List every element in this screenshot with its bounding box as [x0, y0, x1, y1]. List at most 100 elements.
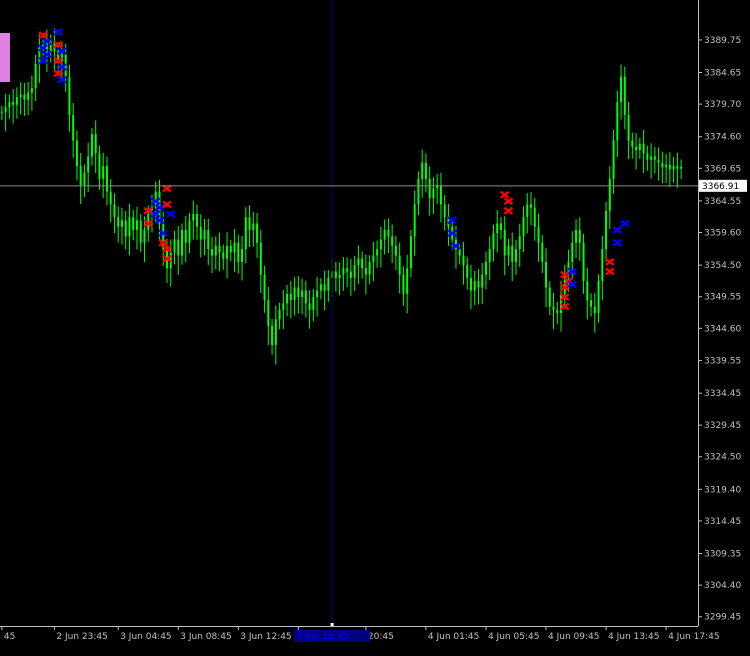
candle-body — [68, 76, 71, 115]
candle-body — [229, 245, 232, 253]
candle-body — [657, 159, 660, 163]
candle-body — [627, 114, 630, 141]
candle-body — [398, 255, 401, 275]
candle-body — [514, 249, 517, 262]
candle-body — [402, 274, 405, 294]
candle-body — [90, 134, 93, 157]
time-highlight-label: 3 Jun 16:45 — [297, 632, 348, 642]
y-tick-label: 3339.55 — [704, 357, 741, 367]
candle-body — [278, 309, 281, 320]
candle-body — [196, 213, 199, 227]
y-tick-label: 3354.50 — [704, 261, 741, 271]
candle-body — [222, 252, 225, 259]
candle-body — [211, 249, 214, 256]
candle-body — [368, 261, 371, 275]
candle-body — [357, 258, 360, 266]
y-tick-label: 3299.45 — [704, 613, 741, 623]
y-tick-label: 3329.45 — [704, 421, 741, 431]
candle-body — [4, 107, 7, 112]
x-tick-label: 3 Jun 04:45 — [120, 632, 171, 642]
candle-body — [252, 223, 255, 230]
x-tick-label: 4 Jun 01:45 — [428, 632, 479, 642]
candle-body — [263, 274, 266, 301]
candle-body — [601, 249, 604, 282]
y-tick-label: 3304.40 — [704, 581, 741, 591]
candle-body — [484, 261, 487, 275]
trade-marker-red — [162, 200, 172, 209]
candle-body — [349, 271, 352, 278]
candle-body — [552, 306, 555, 310]
candle-body — [530, 204, 533, 208]
candle-body — [117, 217, 120, 227]
candle-body — [338, 274, 341, 278]
x-tick-label: 20:45 — [368, 632, 394, 642]
candle-body — [244, 217, 247, 250]
candle-body — [181, 229, 184, 256]
candle-body — [214, 245, 217, 256]
candle-body — [556, 309, 559, 313]
candle-body — [661, 162, 664, 168]
candle-body — [432, 188, 435, 199]
candle-body — [267, 300, 270, 326]
candle-body — [256, 223, 259, 243]
y-tick-label: 3349.55 — [704, 293, 741, 303]
candle-body — [75, 140, 78, 167]
y-tick-label: 3314.45 — [704, 517, 741, 527]
candle-body — [188, 220, 191, 243]
candle-body — [545, 261, 548, 288]
trade-marker-blue — [567, 280, 578, 289]
candle-body — [109, 191, 112, 205]
candle-body — [293, 287, 296, 301]
candle-body — [364, 268, 367, 275]
candle-body — [413, 204, 416, 237]
candle-body — [537, 226, 540, 243]
y-tick-label: 3309.35 — [704, 549, 741, 559]
x-tick-label: 4 Jun 05:45 — [488, 632, 539, 642]
candle-body — [105, 166, 108, 192]
candle-body — [132, 217, 135, 230]
candle-body — [620, 76, 623, 103]
candle-body — [286, 293, 289, 304]
candle-body — [533, 207, 536, 227]
y-tick-label: 3379.70 — [704, 100, 741, 110]
candle-body — [383, 229, 386, 240]
candle-body — [34, 63, 37, 89]
candle-body — [361, 258, 364, 269]
candle-body — [477, 281, 480, 288]
candle-body — [372, 255, 375, 262]
candle-body — [586, 281, 589, 301]
x-tick-label: 2 Jun 23:45 — [56, 632, 107, 642]
candle-body — [387, 229, 390, 237]
candle-body — [79, 166, 82, 186]
chart-canvas[interactable]: 3389.75 3384.65 3379.70 3374.60 3369.65 3364.… — [0, 0, 750, 652]
candle-body — [541, 242, 544, 262]
candle-body — [612, 140, 615, 179]
crosshair-dot — [330, 623, 334, 626]
candle-body — [605, 210, 608, 250]
candle-body — [631, 140, 634, 147]
candle-body — [135, 220, 138, 230]
candle-body — [15, 97, 18, 105]
candle-body — [199, 226, 202, 240]
y-tick-label: 3369.65 — [704, 164, 741, 174]
candle-body — [469, 277, 472, 291]
candle-body — [499, 223, 502, 230]
candle-body — [124, 220, 127, 237]
candle-body — [466, 265, 469, 278]
candle-body — [582, 242, 585, 282]
candle-body — [218, 245, 221, 253]
candle-body — [342, 268, 345, 275]
candle-body — [346, 268, 349, 272]
candle-body — [635, 146, 638, 151]
candle-body — [473, 281, 476, 291]
candle-body — [353, 265, 356, 278]
price-chart[interactable]: 3389.75 3384.65 3379.70 3374.60 3369.65 3364.… — [0, 0, 750, 652]
candle-body — [507, 245, 510, 256]
candle-body — [139, 220, 142, 243]
candle-body — [409, 236, 412, 269]
candle-body — [0, 111, 3, 113]
candle-body — [406, 268, 409, 294]
candle-body — [83, 172, 86, 186]
candle-body — [162, 223, 165, 250]
candle-body — [665, 164, 668, 168]
